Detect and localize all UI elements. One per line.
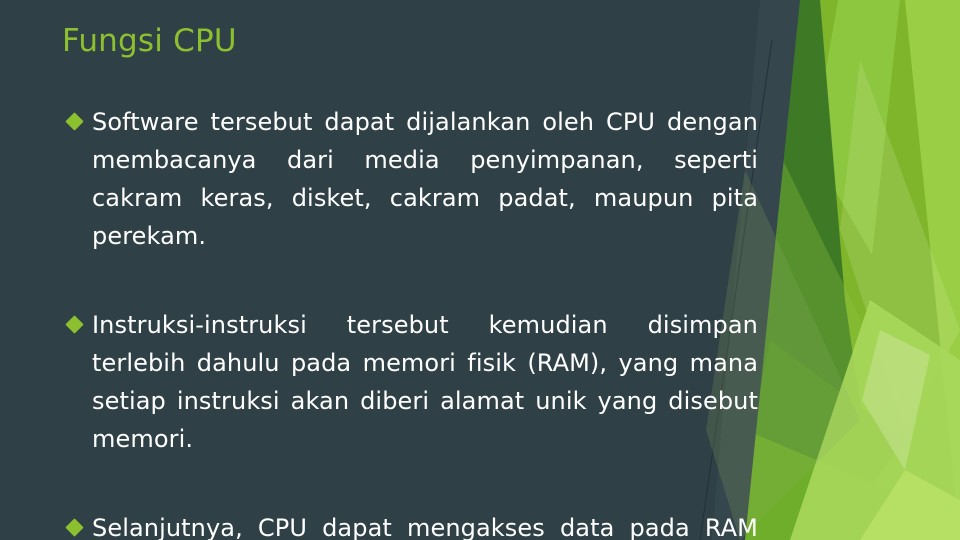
slide-content: Fungsi CPU Software tersebut dapat dijal…	[0, 0, 960, 540]
list-item-text: Selanjutnya, CPU dapat mengakses data pa…	[92, 514, 758, 540]
list-item-text: Software tersebut dapat dijalankan oleh …	[92, 108, 758, 250]
list-item: Selanjutnya, CPU dapat mengakses data pa…	[65, 509, 758, 540]
list-item-text: Instruksi-instruksi tersebut kemudian di…	[92, 311, 758, 453]
slide-canvas: Fungsi CPU Software tersebut dapat dijal…	[0, 0, 960, 540]
body-text-block: Software tersebut dapat dijalankan oleh …	[65, 103, 758, 540]
list-item: Software tersebut dapat dijalankan oleh …	[65, 103, 758, 293]
diamond-bullet-icon	[65, 112, 84, 131]
list-item: Instruksi-instruksi tersebut kemudian di…	[65, 306, 758, 496]
diamond-bullet-icon	[65, 315, 84, 334]
page-title: Fungsi CPU	[62, 23, 237, 59]
diamond-bullet-icon	[65, 518, 84, 537]
